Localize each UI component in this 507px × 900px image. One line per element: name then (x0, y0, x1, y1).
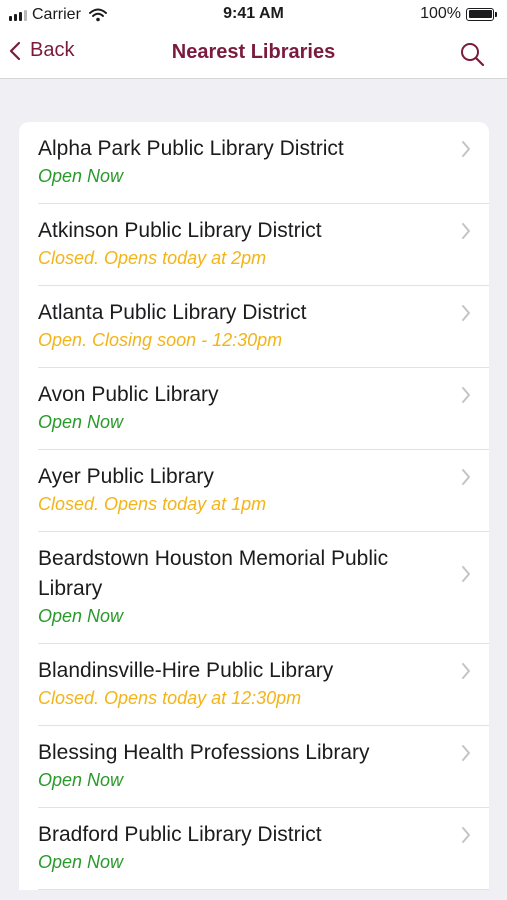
chevron-right-icon (462, 827, 470, 843)
chevron-right-icon (462, 141, 470, 157)
library-name: Beardstown Houston Memorial Public Libra… (38, 547, 389, 600)
library-name: Blandinsville-Hire Public Library (38, 659, 334, 682)
navigation-bar: Back Nearest Libraries (0, 30, 507, 79)
battery-icon (466, 7, 494, 21)
library-list: Alpha Park Public Library District Open N… (19, 122, 489, 890)
library-name: Atlanta Public Library District (38, 301, 307, 324)
library-name: Avon Public Library (38, 383, 219, 406)
chevron-right-icon (462, 223, 470, 239)
library-status: Closed. Opens today at 1pm (38, 494, 267, 514)
library-row[interactable]: Beardstown Houston Memorial Public Libra… (19, 532, 489, 644)
library-name: Blessing Health Professions Library (38, 741, 370, 764)
library-status: Open Now (38, 606, 124, 626)
library-row[interactable]: Alpha Park Public Library District Open N… (19, 122, 489, 204)
library-name: Ayer Public Library (38, 465, 214, 488)
library-status: Closed. Opens today at 2pm (38, 248, 267, 268)
status-bar: Carrier 9:41 AM 100% (0, 0, 507, 30)
library-row[interactable]: Atkinson Public Library District Closed. … (19, 204, 489, 286)
library-status: Open Now (38, 166, 124, 186)
library-row[interactable]: Atlanta Public Library District Open. Clo… (19, 286, 489, 368)
library-row[interactable]: Avon Public Library Open Now (19, 368, 489, 450)
library-name: Alpha Park Public Library District (38, 137, 344, 160)
chevron-right-icon (462, 566, 470, 582)
library-row[interactable]: Bradford Public Library District Open Now (19, 808, 489, 890)
library-row[interactable]: Ayer Public Library Closed. Opens today a… (19, 450, 489, 532)
battery-nub (495, 11, 497, 17)
battery-percent: 100% (420, 5, 461, 22)
library-status: Open Now (38, 412, 124, 432)
chevron-right-icon (462, 387, 470, 403)
library-row[interactable]: Blandinsville-Hire Public Library Closed.… (19, 644, 489, 726)
library-status: Closed. Opens today at 12:30pm (38, 688, 302, 708)
library-status: Open Now (38, 852, 124, 872)
chevron-right-icon (462, 469, 470, 485)
chevron-right-icon (462, 663, 470, 679)
status-right: 100% (420, 5, 497, 23)
row-divider (38, 889, 489, 890)
library-row[interactable]: Blessing Health Professions Library Open … (19, 726, 489, 808)
library-status: Open Now (38, 770, 124, 790)
library-name: Atkinson Public Library District (38, 219, 322, 242)
search-icon[interactable] (459, 41, 485, 67)
library-name: Bradford Public Library District (38, 823, 322, 846)
library-status: Open. Closing soon - 12:30pm (38, 330, 283, 350)
chevron-right-icon (462, 745, 470, 761)
chevron-right-icon (462, 305, 470, 321)
page-title: Nearest Libraries (171, 41, 336, 63)
